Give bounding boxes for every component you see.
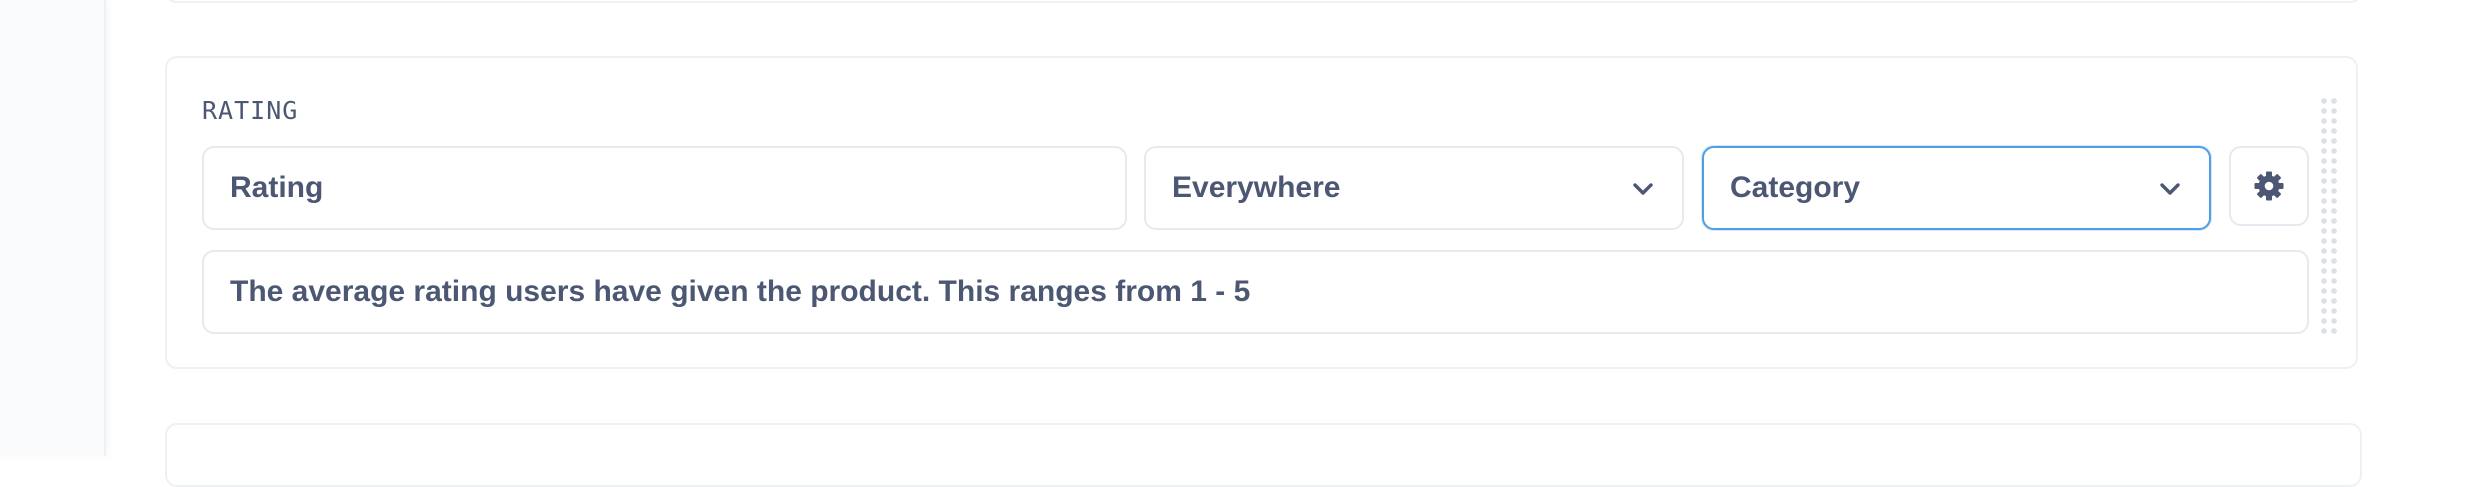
chevron-down-icon bbox=[2160, 183, 2180, 195]
visibility-value: Everywhere bbox=[1172, 171, 1341, 204]
description-value: The average rating users have given the … bbox=[230, 275, 1251, 308]
field-card-rating: RATING Rating Everywhere Category The av… bbox=[165, 56, 2358, 369]
chevron-down-icon bbox=[1633, 183, 1653, 195]
visibility-select[interactable]: Everywhere bbox=[1144, 146, 1684, 230]
drag-handle-icon[interactable] bbox=[2319, 96, 2341, 334]
previous-field-card bbox=[165, 0, 2362, 3]
field-name-label: RATING bbox=[202, 96, 299, 125]
description-input[interactable]: The average rating users have given the … bbox=[202, 250, 2309, 334]
left-sidebar bbox=[0, 0, 106, 456]
field-settings-button[interactable] bbox=[2229, 146, 2309, 226]
gear-icon bbox=[2254, 171, 2284, 201]
display-name-input[interactable]: Rating bbox=[202, 146, 1127, 230]
display-name-value: Rating bbox=[230, 171, 324, 204]
semantic-type-value: Category bbox=[1730, 171, 1861, 204]
next-field-card bbox=[165, 423, 2362, 487]
semantic-type-select[interactable]: Category bbox=[1702, 146, 2211, 230]
